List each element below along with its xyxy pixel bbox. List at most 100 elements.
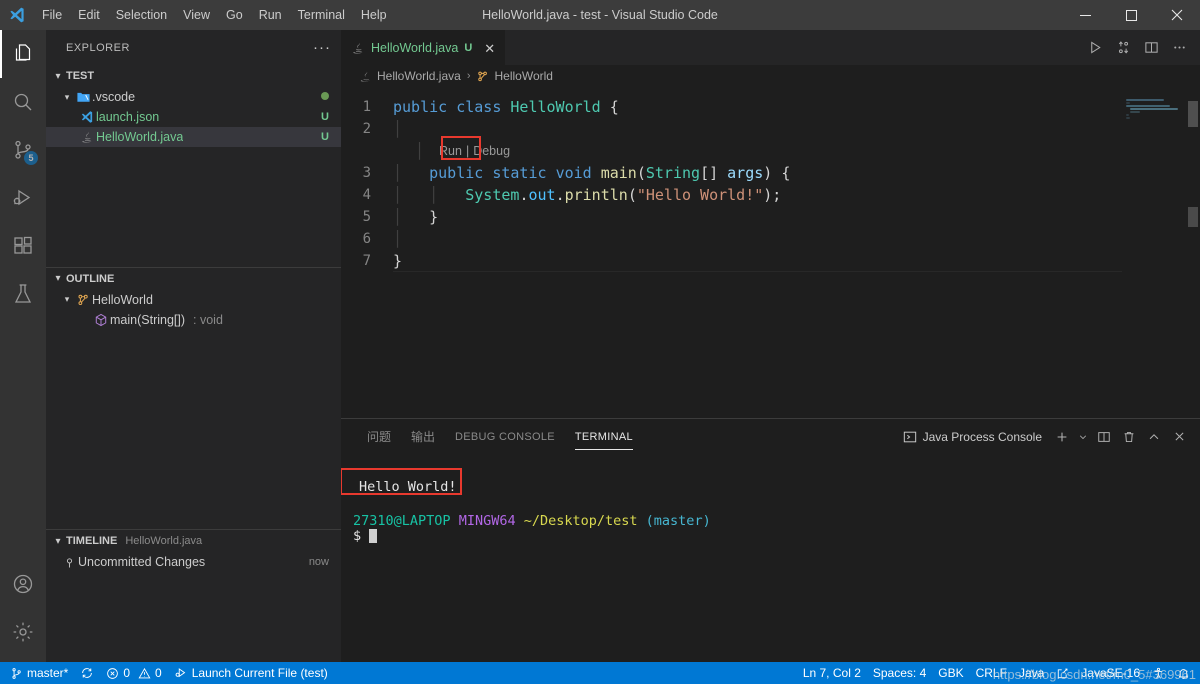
breadcrumb-symbol[interactable]: HelloWorld: [476, 69, 552, 83]
status-branch[interactable]: master*: [4, 662, 74, 684]
terminal-dropdown-button[interactable]: [1076, 425, 1090, 449]
menu-bar[interactable]: File Edit Selection View Go Run Terminal…: [34, 0, 395, 30]
run-coverage-button[interactable]: [1110, 33, 1136, 63]
tree-item-helloworld-java[interactable]: HelloWorld.java U: [46, 127, 341, 147]
close-button[interactable]: [1154, 0, 1200, 30]
explorer-root-header[interactable]: ▾ TEST: [46, 65, 341, 87]
timeline-section-header[interactable]: ▾ TIMELINE HelloWorld.java: [46, 530, 341, 552]
error-count: 0: [123, 666, 130, 680]
outline-section-header[interactable]: ▾ OUTLINE: [46, 268, 341, 290]
status-launch-config[interactable]: Launch Current File (test): [168, 662, 334, 684]
split-editor-button[interactable]: [1138, 33, 1164, 63]
status-cursor-position[interactable]: Ln 7, Col 2: [797, 662, 867, 684]
tab-close-icon[interactable]: ✕: [484, 42, 495, 55]
scrollbar-thumb[interactable]: [1188, 101, 1198, 127]
timeline-item-uncommitted[interactable]: Uncommitted Changes now: [46, 552, 341, 572]
terminal-prompt-symbol: $: [353, 528, 361, 544]
activity-extensions[interactable]: [0, 222, 46, 270]
minimap-line: [1126, 117, 1130, 119]
tab-problems[interactable]: 问题: [357, 419, 401, 454]
terminal-selector[interactable]: Java Process Console: [903, 430, 1042, 444]
activity-accounts[interactable]: [0, 560, 46, 608]
panel-actions: Java Process Console: [903, 419, 1200, 454]
outline-item-main-method[interactable]: main(String[]) : void: [46, 310, 341, 330]
scrollbar-thumb-secondary[interactable]: [1188, 207, 1198, 227]
menu-item-help[interactable]: Help: [353, 4, 395, 26]
close-panel-button[interactable]: [1168, 425, 1190, 449]
folder-vscode-icon: [74, 90, 92, 105]
chevron-down-icon: ▾: [50, 273, 66, 284]
menu-item-edit[interactable]: Edit: [70, 4, 108, 26]
tab-debug-console[interactable]: DEBUG CONSOLE: [445, 419, 565, 454]
tree-item-launch-json[interactable]: launch.json U: [46, 107, 341, 127]
activity-source-control[interactable]: 5: [0, 126, 46, 174]
menu-item-go[interactable]: Go: [218, 4, 251, 26]
activity-search[interactable]: [0, 78, 46, 126]
timeline-item-label: Uncommitted Changes: [78, 555, 205, 569]
timeline-subtitle: HelloWorld.java: [125, 535, 202, 547]
maximize-panel-button[interactable]: [1143, 425, 1165, 449]
status-indentation[interactable]: Spaces: 4: [867, 662, 932, 684]
code-line: 1 public class HelloWorld {: [341, 96, 1200, 118]
timeline-empty-space: [46, 572, 341, 662]
editor-vertical-scrollbar[interactable]: [1186, 87, 1200, 418]
terminal-input-line[interactable]: $: [353, 529, 1200, 544]
breadcrumb: HelloWorld.java › HelloWorld: [341, 65, 1200, 87]
tree-item-vscode-folder[interactable]: ▾ .vscode: [46, 87, 341, 107]
sidebar-more-actions-icon[interactable]: ···: [313, 39, 331, 56]
git-commit-icon: [60, 556, 78, 569]
chevron-down-icon: ▾: [60, 92, 74, 103]
run-file-button[interactable]: [1082, 33, 1108, 63]
tab-output[interactable]: 输出: [401, 419, 445, 454]
activity-run-debug[interactable]: [0, 174, 46, 222]
editor-tab-bar: HelloWorld.java U ✕: [341, 30, 1200, 65]
codelens-run-link[interactable]: Run: [439, 144, 462, 158]
menu-item-file[interactable]: File: [34, 4, 70, 26]
codelens-debug-link[interactable]: Debug: [473, 144, 510, 158]
activity-testing[interactable]: [0, 270, 46, 318]
status-share[interactable]: [1050, 662, 1075, 684]
status-problems[interactable]: 0 0: [100, 662, 167, 684]
menu-item-run[interactable]: Run: [251, 4, 290, 26]
menu-item-terminal[interactable]: Terminal: [290, 4, 353, 26]
kill-terminal-button[interactable]: [1118, 425, 1140, 449]
terminal-output[interactable]: Hello World! 27310@LAPTOP MINGW64 ~/Desk…: [341, 454, 1200, 662]
menu-item-view[interactable]: View: [175, 4, 218, 26]
minimap[interactable]: [1124, 87, 1186, 418]
breadcrumb-file[interactable]: HelloWorld.java: [359, 69, 461, 83]
minimap-line: [1130, 108, 1178, 110]
outline-item-helloworld[interactable]: ▾ HelloWorld: [46, 290, 341, 310]
terminal-program-output: Hello World!: [359, 480, 1200, 495]
status-eol[interactable]: CRLF: [970, 662, 1013, 684]
codelens-row: │ Run | Debug: [341, 140, 1200, 162]
tree-item-label: HelloWorld.java: [96, 130, 183, 144]
minimap-line: [1126, 102, 1130, 104]
code-editor[interactable]: 1 public class HelloWorld { 2 │ │ Run | …: [341, 87, 1200, 418]
line-number: 6: [341, 231, 393, 247]
status-accessibility[interactable]: [1146, 662, 1171, 684]
minimize-button[interactable]: [1062, 0, 1108, 30]
git-status-badge: U: [321, 111, 329, 123]
status-java-runtime[interactable]: JavaSE-16: [1075, 662, 1146, 684]
split-terminal-button[interactable]: [1093, 425, 1115, 449]
more-actions-button[interactable]: [1166, 33, 1192, 63]
status-sync[interactable]: [74, 662, 100, 684]
status-language-mode[interactable]: Java: [1013, 662, 1050, 684]
activity-settings[interactable]: [0, 608, 46, 656]
tab-terminal[interactable]: TERMINAL: [565, 419, 643, 454]
new-terminal-button[interactable]: [1051, 425, 1073, 449]
window-controls[interactable]: [1062, 0, 1200, 30]
breadcrumb-label: HelloWorld.java: [377, 69, 461, 83]
menu-item-selection[interactable]: Selection: [108, 4, 175, 26]
line-number: 2: [341, 121, 393, 137]
tab-git-status: U: [464, 42, 472, 54]
minimap-line: [1130, 111, 1140, 113]
status-bar-right: Ln 7, Col 2 Spaces: 4 GBK CRLF Java Java…: [797, 662, 1200, 684]
status-encoding[interactable]: GBK: [932, 662, 969, 684]
title-bar: File Edit Selection View Go Run Terminal…: [0, 0, 1200, 30]
activity-explorer[interactable]: [0, 30, 46, 78]
status-notifications[interactable]: [1171, 662, 1196, 684]
status-bar: master* 0: [0, 662, 1200, 684]
tab-helloworld-java[interactable]: HelloWorld.java U ✕: [341, 30, 505, 65]
maximize-button[interactable]: [1108, 0, 1154, 30]
